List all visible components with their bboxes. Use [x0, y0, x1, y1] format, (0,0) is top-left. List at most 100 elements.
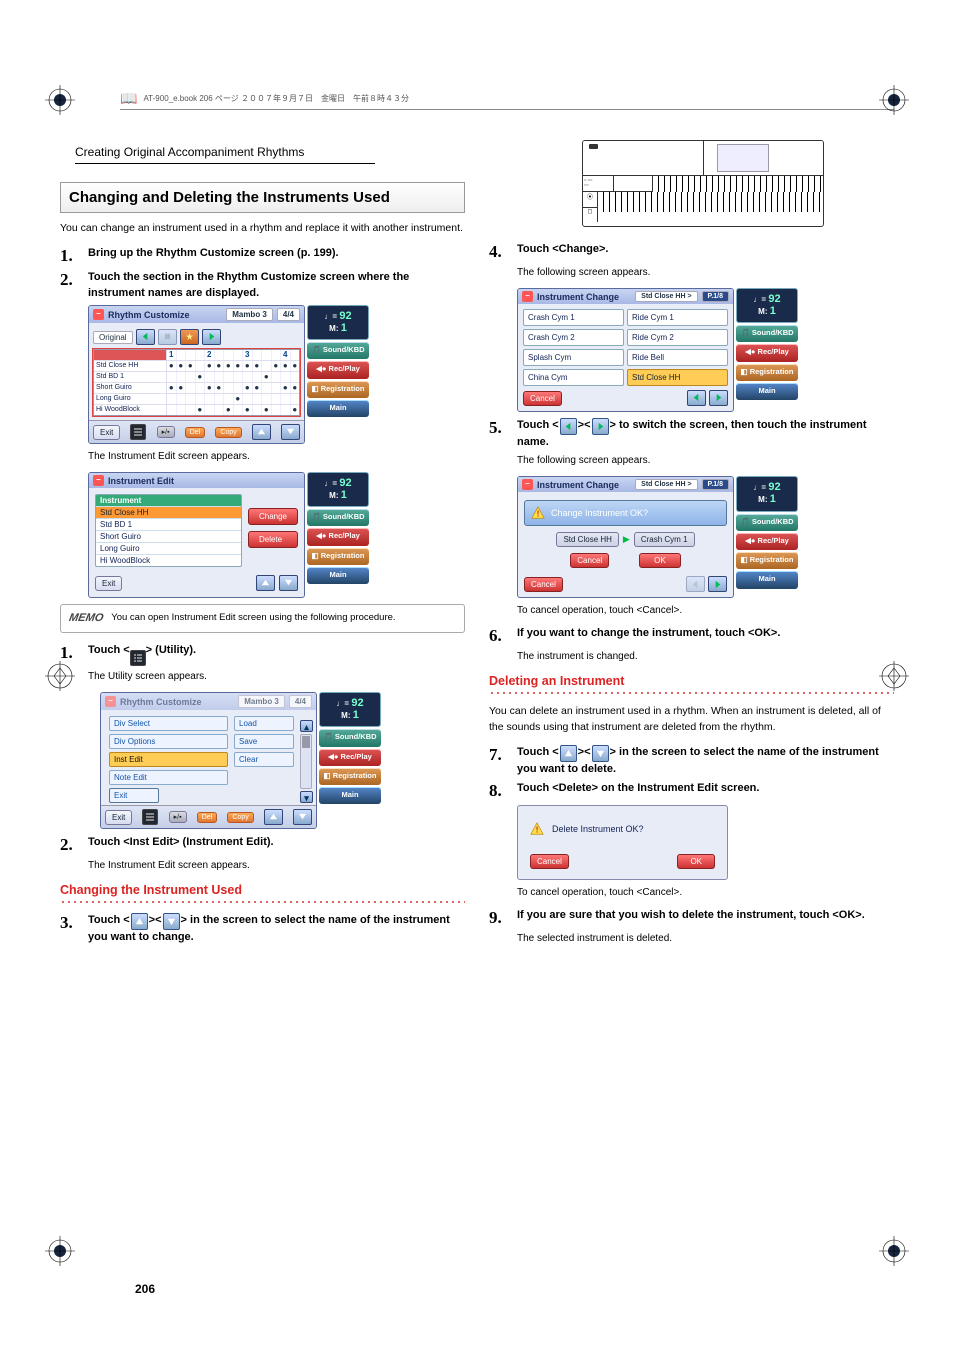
main-tile[interactable]: Main [319, 787, 381, 804]
instrument-option[interactable]: Crash Cym 1 [523, 309, 624, 326]
close-icon[interactable]: – [522, 291, 533, 302]
instrument-option-selected[interactable]: Std Close HH [627, 369, 728, 386]
tempo-tile[interactable]: ♩= 92M: 1 [736, 476, 798, 511]
step-number: 4. [489, 242, 509, 262]
rec-play-tile[interactable]: ◀● Rec/Play [319, 749, 381, 766]
instrument-option[interactable]: Ride Cym 2 [627, 329, 728, 346]
copy-button[interactable]: Copy [227, 812, 253, 823]
step-sub: The selected instrument is deleted. [517, 932, 894, 946]
change-button[interactable]: Change [248, 508, 298, 525]
menu-save[interactable]: Save [234, 734, 294, 749]
tempo-tile[interactable]: ♩= 92M: 1 [307, 305, 369, 340]
scroll-up-icon[interactable]: ▴ [300, 720, 313, 732]
step-text: If you want to change the instrument, to… [517, 626, 894, 646]
tab-original[interactable]: Original [93, 331, 133, 344]
registration-tile[interactable]: ◧ Registration [319, 768, 381, 785]
exit-button[interactable]: Exit [95, 576, 122, 591]
tempo-tile[interactable]: ♩= 92M: 1 [319, 692, 381, 727]
menu-div-options[interactable]: Div Options [109, 734, 228, 749]
utility-icon[interactable] [142, 809, 158, 825]
chip-rhythm-name: Mambo 3 [226, 308, 273, 321]
exit-button[interactable]: Exit [105, 810, 132, 825]
main-tile[interactable]: Main [736, 571, 798, 588]
down-arrow-icon[interactable] [279, 575, 298, 591]
sound-kbd-tile[interactable]: 🎵 Sound/KBD [319, 729, 381, 746]
step-number: 1. [60, 246, 80, 266]
up-arrow-icon[interactable] [264, 809, 283, 825]
tempo-tile[interactable]: ♩= 92M: 1 [736, 288, 798, 323]
delete-button[interactable]: Delete [248, 531, 298, 548]
cancel-button[interactable]: Cancel [530, 854, 569, 869]
rec-play-tile[interactable]: ◀● Rec/Play [736, 533, 798, 550]
next-page-icon[interactable] [709, 390, 728, 406]
rec-play-tile[interactable]: ◀● Rec/Play [307, 361, 369, 378]
menu-inst-edit[interactable]: Inst Edit [109, 752, 228, 767]
cancel-button[interactable]: Cancel [523, 391, 562, 406]
instrument-option[interactable]: Splash Cym [523, 349, 624, 366]
close-icon[interactable]: – [522, 479, 533, 490]
step-sub: The instrument is changed. [517, 650, 894, 664]
chip-page: P.1/8 [702, 291, 729, 302]
del-button[interactable]: Del [185, 427, 206, 438]
prev-arrow-icon [560, 418, 577, 435]
registration-tile[interactable]: ◧ Registration [307, 548, 369, 565]
down-arrow-icon[interactable] [281, 424, 300, 440]
main-tile[interactable]: Main [736, 383, 798, 400]
registration-tile[interactable]: ◧ Registration [736, 364, 798, 381]
copy-button[interactable]: Copy [215, 427, 241, 438]
cancel-button[interactable]: Cancel [524, 577, 563, 592]
instrument-option[interactable]: Ride Cym 1 [627, 309, 728, 326]
chip: Mambo 3 [238, 695, 285, 708]
down-arrow-icon[interactable] [293, 809, 312, 825]
star-icon[interactable] [180, 329, 199, 345]
step-text: Touch <><> in the screen to select the n… [517, 745, 894, 777]
menu-load[interactable]: Load [234, 716, 294, 731]
play-pause-icon[interactable]: ▸/▪ [169, 811, 187, 823]
scroll-down-icon[interactable]: ▾ [300, 791, 313, 803]
section-heading: Changing and Deleting the Instruments Us… [60, 182, 465, 213]
sound-kbd-tile[interactable]: 🎵 Sound/KBD [307, 342, 369, 359]
prev-page-icon[interactable] [686, 576, 705, 592]
ok-button[interactable]: OK [677, 854, 715, 869]
menu-note-edit[interactable]: Note Edit [109, 770, 228, 785]
rec-play-tile[interactable]: ◀● Rec/Play [736, 344, 798, 361]
step-number: 6. [489, 626, 509, 646]
exit-button[interactable]: Exit [109, 788, 159, 803]
memo-text: You can open Instrument Edit screen usin… [111, 611, 395, 624]
prev-arrow-icon[interactable] [136, 329, 155, 345]
next-arrow-icon[interactable] [202, 329, 221, 345]
sound-kbd-tile[interactable]: 🎵 Sound/KBD [736, 514, 798, 531]
del-button[interactable]: Del [197, 812, 218, 823]
ok-button[interactable]: OK [639, 553, 681, 568]
menu-clear[interactable]: Clear [234, 752, 294, 767]
stop-icon[interactable] [158, 329, 177, 345]
rhythm-grid[interactable]: 1234 Std Close HH●●● ●●●●●● ●●● Std BD 1… [93, 349, 300, 416]
rec-play-tile[interactable]: ◀● Rec/Play [307, 528, 369, 545]
main-tile[interactable]: Main [307, 567, 369, 584]
main-tile[interactable]: Main [307, 400, 369, 417]
sound-kbd-tile[interactable]: 🎵 Sound/KBD [736, 325, 798, 342]
arrow-right-icon: ▶ [623, 534, 630, 545]
menu-div-select[interactable]: Div Select [109, 716, 228, 731]
up-arrow-icon[interactable] [252, 424, 271, 440]
play-pause-icon[interactable]: ▸/▪ [157, 426, 175, 438]
instrument-option[interactable]: China Cym [523, 369, 624, 386]
tempo-tile[interactable]: ♩= 92M: 1 [307, 472, 369, 507]
breadcrumb: Creating Original Accompaniment Rhythms [75, 145, 375, 164]
exit-button[interactable]: Exit [93, 425, 120, 440]
instrument-option[interactable]: Crash Cym 2 [523, 329, 624, 346]
registration-tile[interactable]: ◧ Registration [736, 552, 798, 569]
close-icon[interactable]: – [105, 696, 116, 707]
next-page-icon[interactable] [708, 576, 727, 592]
instrument-list[interactable]: Instrument Std Close HH Std BD 1 Short G… [95, 494, 242, 567]
close-icon[interactable]: – [93, 309, 104, 320]
utility-icon[interactable] [130, 424, 146, 440]
up-arrow-icon[interactable] [256, 575, 275, 591]
sound-kbd-tile[interactable]: 🎵 Sound/KBD [307, 509, 369, 526]
instrument-option[interactable]: Ride Bell [627, 349, 728, 366]
step-number: 5. [489, 418, 509, 450]
prev-page-icon[interactable] [687, 390, 706, 406]
close-icon[interactable]: – [93, 475, 104, 486]
registration-tile[interactable]: ◧ Registration [307, 381, 369, 398]
cancel-button[interactable]: Cancel [570, 553, 609, 568]
